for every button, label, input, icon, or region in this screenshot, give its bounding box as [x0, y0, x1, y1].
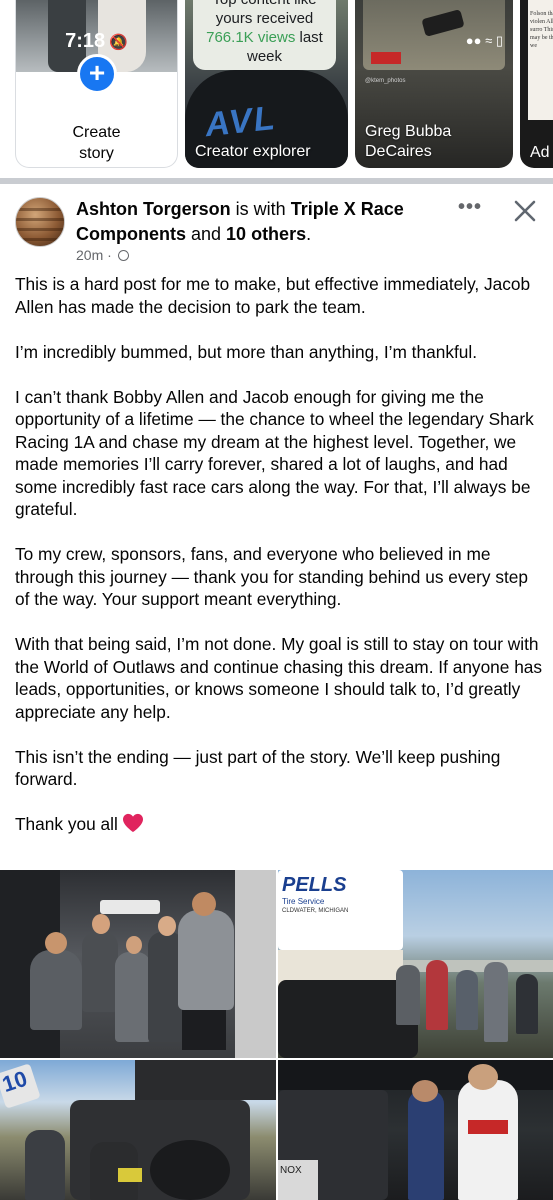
author-avatar[interactable]: [15, 197, 65, 247]
story-name: Creator explorer: [195, 143, 311, 160]
globe-icon: [117, 250, 129, 261]
author-name[interactable]: Ashton Torgerson: [76, 199, 231, 219]
post-time[interactable]: 20m: [76, 247, 103, 263]
post-paragraph: I can’t thank Bobby Allen and Jacob enou…: [15, 386, 534, 520]
post-text: This is a hard post for me to make, but …: [15, 273, 543, 858]
post-paragraph: To my crew, sponsors, fans, and everyone…: [15, 544, 528, 609]
photo-tag: @ktem_photos: [365, 78, 406, 84]
sign-text: CLDWATER, MICHIGAN: [282, 908, 349, 914]
story-card-creator-explorer[interactable]: AVL Top content like yours received 766.…: [185, 0, 348, 168]
close-icon[interactable]: [510, 196, 540, 226]
status-icons: ●● ≈ ▯: [465, 33, 503, 48]
post-closing: Thank you all: [15, 813, 543, 836]
photo-grid: PELLS Tire Service CLDWATER, MICHIGAN 10…: [0, 870, 553, 1200]
stories-tray: 7:18🔕 + Create story AVL Top content lik…: [0, 0, 553, 178]
create-story-label: Create story: [72, 124, 121, 162]
story-name: Ad: [530, 144, 550, 161]
story-card-greg-decaires[interactable]: ●● ≈ ▯ @ktem_photos Greg Bubba DeCaires: [355, 0, 513, 168]
post-paragraph: I’m incredibly bummed, but more than any…: [15, 341, 478, 362]
sign-text: NOX: [280, 1165, 302, 1176]
create-story-card[interactable]: 7:18 🔕 + Create story: [15, 0, 178, 168]
add-story-icon[interactable]: +: [77, 54, 117, 94]
bell-muted-icon: 🔕: [109, 34, 128, 51]
photo-pit-lane[interactable]: PELLS Tire Service CLDWATER, MICHIGAN: [278, 870, 553, 1058]
photo-race-car[interactable]: 10: [0, 1060, 276, 1200]
post-header: Ashton Torgerson is with Triple X Race C…: [76, 199, 404, 244]
feed-divider: [0, 178, 553, 184]
more-options-icon[interactable]: •••: [456, 197, 484, 222]
status-time: 7:18 🔕: [65, 30, 128, 52]
insight-bubble: Top content like yours received 766.1K v…: [193, 0, 336, 70]
photo-team-garage[interactable]: [0, 870, 276, 1058]
post-paragraph: This isn’t the ending — just part of the…: [15, 746, 501, 790]
story-card-partial[interactable]: Folson that i violen All ava surro This …: [520, 0, 553, 168]
post-paragraph: With that being said, I’m not done. My g…: [15, 634, 543, 722]
post-meta: 20m ·: [76, 247, 129, 263]
sign-text: Tire Service: [282, 897, 325, 906]
story-photo: Folson that i violen All ava surro This …: [528, 0, 553, 120]
photo-night-pits[interactable]: NOX: [278, 1060, 553, 1200]
car-number: 10: [0, 1065, 31, 1097]
story-name: Greg Bubba DeCaires: [365, 123, 452, 160]
post-paragraph: This is a hard post for me to make, but …: [15, 274, 531, 317]
sign-text: PELLS: [282, 874, 347, 896]
red-heart-icon: [122, 813, 143, 833]
tagged-others[interactable]: 10 others: [226, 224, 306, 244]
